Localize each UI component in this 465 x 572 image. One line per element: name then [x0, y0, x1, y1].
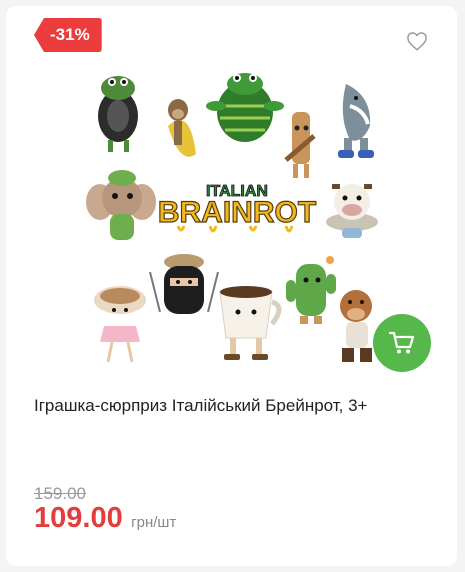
favorite-button[interactable] — [400, 24, 434, 58]
cappuccino-ballerina-figure — [94, 286, 146, 363]
heart-outline-icon — [407, 32, 427, 51]
cactus-elephant-figure — [86, 170, 156, 240]
old-price: 159.00 — [34, 484, 86, 503]
coffee-cup-figure — [219, 286, 282, 360]
add-to-cart-button[interactable] — [373, 314, 431, 372]
product-image[interactable]: ITALIAN BRAINROT — [80, 66, 394, 378]
shark-sneakers-figure — [338, 84, 374, 158]
current-price: 109.00 — [34, 502, 123, 534]
ninja-figure — [149, 254, 219, 314]
product-title[interactable]: Іграшка-сюрприз Італійський Брейнрот, 3+ — [34, 394, 434, 418]
discount-badge: -31% — [34, 18, 102, 52]
svg-text:BRAINROT: BRAINROT — [158, 196, 316, 229]
brainrot-logo: ITALIAN BRAINROT — [157, 183, 317, 233]
watermelon-frog-figure — [206, 73, 284, 142]
cow-saucer-figure — [326, 184, 378, 238]
camel-figure — [340, 290, 372, 362]
cactus-hippo-figure — [286, 256, 336, 324]
price-unit: грн/шт — [131, 514, 177, 531]
monkey-banana-figure — [168, 99, 196, 157]
shopping-cart-icon — [389, 331, 415, 354]
frog-tire-figure — [98, 76, 138, 152]
price-row: 109.00 грн/шт — [34, 502, 176, 535]
wooden-stick-figure — [284, 112, 316, 178]
